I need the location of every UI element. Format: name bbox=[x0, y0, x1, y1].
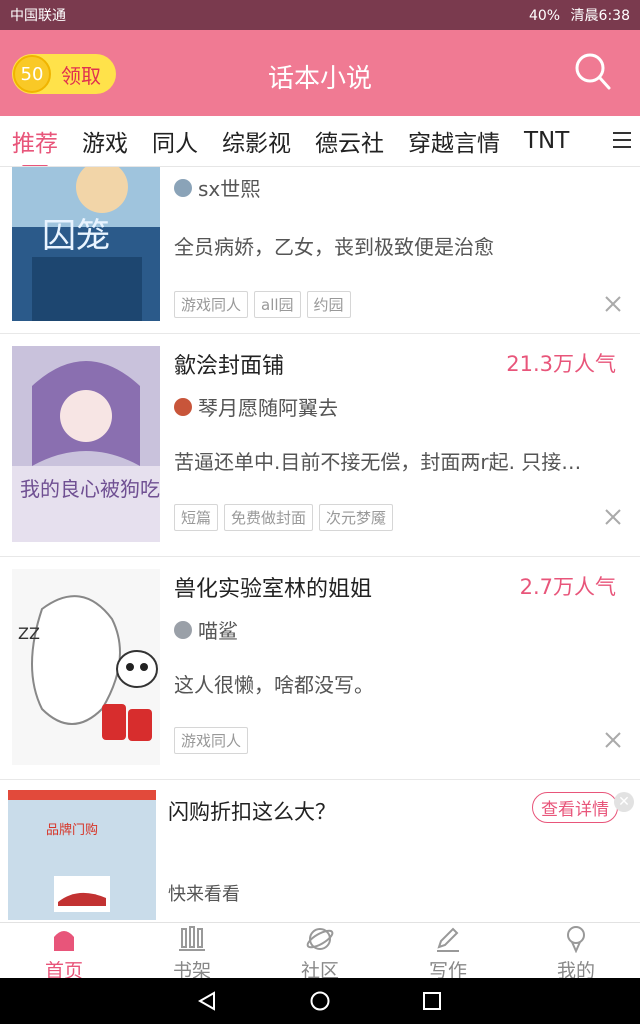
nav-bookshelf[interactable]: 书架 bbox=[128, 923, 256, 982]
nav-community[interactable]: 社区 bbox=[256, 923, 384, 982]
tag[interactable]: all园 bbox=[254, 291, 301, 318]
app-header: 50 领取 话本小说 bbox=[0, 30, 640, 116]
search-icon[interactable] bbox=[574, 52, 612, 92]
home-circle-icon[interactable] bbox=[309, 990, 331, 1012]
cover-title: 我的良心被狗吃了 bbox=[20, 477, 160, 501]
ad-title: 闪购折扣这么大？ bbox=[168, 800, 336, 824]
ad-item[interactable]: 品牌门购 闪购折扣这么大？ 快来看看 查看详情 ✕ bbox=[0, 780, 640, 922]
nav-write[interactable]: 写作 bbox=[384, 923, 512, 982]
tab-fanfic[interactable]: 同人 bbox=[152, 124, 198, 158]
tag[interactable]: 约园 bbox=[306, 291, 351, 318]
tab-recommend[interactable]: 推荐 bbox=[12, 124, 58, 166]
tag[interactable]: 免费做封面 bbox=[224, 504, 314, 531]
bookshelf-icon bbox=[179, 926, 205, 951]
clock: 清晨6:38 bbox=[570, 8, 630, 24]
tab-time-travel-romance[interactable]: 穿越言情 bbox=[408, 124, 500, 158]
popularity-count: 21.3万人气 bbox=[506, 352, 616, 376]
tag-list: 游戏同人 all园 约园 bbox=[174, 291, 357, 318]
tag-list: 短篇 免费做封面 次元梦魇 bbox=[174, 504, 399, 531]
tag[interactable]: 游戏同人 bbox=[174, 291, 249, 318]
author-name: 喵鲨 bbox=[198, 619, 238, 643]
author-line: 琴月愿随阿翼去 bbox=[174, 392, 338, 421]
author-avatar bbox=[174, 397, 192, 416]
pen-icon bbox=[437, 927, 459, 952]
dismiss-icon[interactable] bbox=[604, 295, 622, 313]
author-name: sx世熙 bbox=[198, 177, 261, 201]
tag[interactable]: 游戏同人 bbox=[174, 727, 249, 754]
tab-games[interactable]: 游戏 bbox=[82, 124, 128, 158]
svg-text:ZZ: ZZ bbox=[18, 624, 40, 643]
author-name: 琴月愿随阿翼去 bbox=[198, 396, 338, 420]
ad-image: 品牌门购 bbox=[8, 790, 156, 920]
story-description: 苦逼还单中.目前不接无偿，封面两r起. 只接… bbox=[174, 450, 582, 474]
dismiss-icon[interactable] bbox=[604, 508, 622, 526]
book-cover: 我的良心被狗吃了 bbox=[12, 346, 160, 542]
profile-icon bbox=[567, 926, 585, 953]
system-navigation-bar bbox=[0, 978, 640, 1024]
list-item[interactable]: ZZ 兽化实验室林的姐姐 2.7万人气 喵鲨 这人很懒，啥都没写。 游戏同人 bbox=[0, 557, 640, 780]
close-icon[interactable]: ✕ bbox=[614, 792, 634, 812]
book-cover: 囚笼 bbox=[12, 167, 160, 321]
app-title: 话本小说 bbox=[267, 64, 372, 94]
author-avatar bbox=[174, 178, 192, 197]
tab-tnt[interactable]: TNT bbox=[524, 128, 569, 154]
category-tabs: 推荐 游戏 同人 综影视 德云社 穿越言情 TNT bbox=[0, 116, 640, 167]
tab-deyunshe[interactable]: 德云社 bbox=[315, 124, 384, 158]
author-line: 喵鲨 bbox=[174, 615, 238, 644]
nav-profile[interactable]: 我的 bbox=[512, 923, 640, 982]
tag[interactable]: 短篇 bbox=[174, 504, 219, 531]
list-item[interactable]: 我的良心被狗吃了 歙浍封面铺 21.3万人气 琴月愿随阿翼去 苦逼还单中.目前不… bbox=[0, 334, 640, 557]
recents-icon[interactable] bbox=[421, 990, 443, 1012]
bottom-nav: 首页 书架 社区 写作 我的 bbox=[0, 922, 640, 982]
ad-subtitle: 快来看看 bbox=[168, 884, 240, 905]
status-right: 40% 清晨6:38 bbox=[523, 5, 630, 25]
carrier-label: 中国联通 bbox=[10, 8, 66, 24]
tab-film-tv[interactable]: 综影视 bbox=[222, 124, 291, 158]
cover-title: 囚笼 bbox=[42, 216, 110, 256]
status-bar: 中国联通 40% 清晨6:38 bbox=[0, 0, 640, 30]
home-icon bbox=[54, 931, 74, 951]
list-item[interactable]: 囚笼 sx世熙 全员病娇，乙女，丧到极致便是治愈 游戏同人 all园 约园 bbox=[0, 167, 640, 334]
author-avatar bbox=[174, 620, 192, 639]
story-title: 歙浍封面铺 bbox=[174, 354, 285, 379]
planet-icon bbox=[306, 928, 334, 950]
story-description: 这人很懒，啥都没写。 bbox=[174, 673, 374, 697]
dismiss-icon[interactable] bbox=[604, 731, 622, 749]
tabs-menu-icon[interactable] bbox=[610, 128, 634, 152]
tag-list: 游戏同人 bbox=[174, 727, 254, 754]
author-line: sx世熙 bbox=[174, 173, 260, 202]
story-title: 兽化实验室林的姐姐 bbox=[174, 577, 373, 602]
book-cover: ZZ bbox=[12, 569, 160, 765]
battery-level: 40% bbox=[528, 8, 561, 24]
back-icon[interactable] bbox=[196, 990, 218, 1012]
nav-home[interactable]: 首页 bbox=[0, 923, 128, 982]
tag[interactable]: 次元梦魇 bbox=[319, 504, 394, 531]
view-details-button[interactable]: 查看详情 bbox=[532, 792, 618, 823]
popularity-count: 2.7万人气 bbox=[519, 575, 616, 599]
story-description: 全员病娇，乙女，丧到极致便是治愈 bbox=[174, 235, 494, 259]
ad-image-text: 品牌门购 bbox=[46, 822, 98, 838]
